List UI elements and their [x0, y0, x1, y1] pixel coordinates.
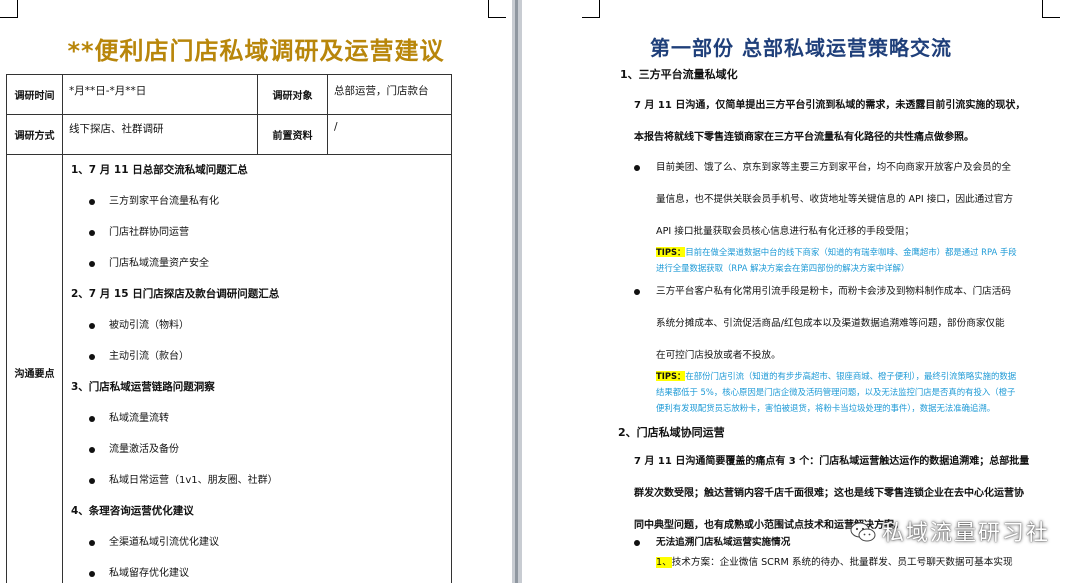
bullet-icon	[634, 165, 640, 171]
outline-heading: 2、7 月 15 日门店探店及款台调研问题汇总	[71, 288, 280, 300]
research-info-table: 调研时间 *月**日-*月**日 调研对象 总部运营，门店款台 调研方式 线下探…	[6, 74, 452, 583]
sub-item-number: 1、	[656, 557, 672, 568]
section-2-heading: 2、门店私域协同运营	[618, 426, 725, 439]
watermark: 私域流量研习社	[850, 515, 1050, 547]
outline-item: 私域流量流转	[63, 403, 451, 434]
bullet-paragraph: 三方平台客户私有化常用引流手段是粉卡，而粉卡会涉及到物料制作成本、门店活码 系统…	[634, 276, 1046, 372]
outline-item: 私域留存优化建议	[63, 558, 451, 583]
bullet-icon	[89, 478, 95, 484]
bullet-paragraph: 目前美团、饿了么、京东到家等主要三方到家平台，均不向商家开放客户及会员的全 量信…	[634, 152, 1046, 248]
label-research-method: 调研方式	[6, 114, 63, 155]
wechat-icon	[850, 522, 876, 542]
bullet-icon	[634, 540, 640, 546]
outline-heading: 1、7 月 11 日总部交流私域问题汇总	[71, 164, 248, 176]
right-document-page: 第一部份 总部私域运营策略交流 1、三方平台流量私域化 7 月 11 日沟通，仅…	[522, 0, 1080, 583]
label-research-target: 调研对象	[257, 74, 328, 115]
outline-item: 门店社群协同运营	[63, 217, 451, 248]
crop-mark	[488, 0, 506, 18]
outline-item: 被动引流（物料）	[63, 310, 451, 341]
right-page-title: 第一部份 总部私域运营策略交流	[650, 36, 952, 60]
outline-item: 私域日常运营（1v1、朋友圈、社群）	[63, 465, 451, 496]
bullet-icon	[89, 261, 95, 267]
bullet-icon	[89, 199, 95, 205]
tips-note: TIPS：目前在做全渠道数据中台的线下商家（知道的有瑞幸咖啡、金鹰超市）都是通过…	[656, 247, 1017, 273]
outline-item: 主动引流（款台）	[63, 341, 451, 372]
table-row: 调研方式 线下探店、社群调研 前置资料 /	[6, 114, 452, 155]
outline-item: 门店私域流量资产安全	[63, 248, 451, 279]
page-gutter	[512, 0, 522, 583]
value-research-time: *月**日-*月**日	[62, 74, 258, 115]
section-1-heading: 1、三方平台流量私域化	[620, 68, 738, 81]
outline-heading: 4、条理咨询运营优化建议	[71, 505, 194, 517]
bullet-icon	[89, 416, 95, 422]
sub-item: 1、技术方案：企业微信 SCRM 系统的待办、批量群发、员工号聊天数据可基本实现	[656, 557, 1013, 568]
label-communication-points: 沟通要点	[6, 154, 63, 583]
section-1-intro: 7 月 11 日沟通，仅简单提出三方平台引流到私域的需求，未透露目前引流实施的现…	[634, 100, 1026, 143]
value-research-method: 线下探店、社群调研	[62, 114, 258, 155]
bullet-icon	[89, 540, 95, 546]
outline-item: 三方到家平台流量私有化	[63, 186, 451, 217]
bullet-icon	[634, 289, 640, 295]
tips-label: TIPS：	[656, 247, 686, 257]
tips-label: TIPS：	[656, 371, 686, 381]
table-row: 沟通要点 1、7 月 11 日总部交流私域问题汇总 三方到家平台流量私有化 门店…	[6, 154, 452, 583]
bullet-icon	[89, 323, 95, 329]
communication-outline: 1、7 月 11 日总部交流私域问题汇总 三方到家平台流量私有化 门店社群协同运…	[62, 154, 452, 583]
label-prior-material: 前置资料	[257, 114, 328, 155]
tips-note: TIPS：在部份门店引流（知道的有步步高超市、银座商城、橙子便利），最终引流策略…	[656, 371, 1017, 413]
table-row: 调研时间 *月**日-*月**日 调研对象 总部运营，门店款台	[6, 74, 452, 115]
bullet-icon	[89, 447, 95, 453]
label-research-time: 调研时间	[6, 74, 63, 115]
value-prior-material: /	[327, 114, 452, 155]
bullet-icon	[89, 571, 95, 577]
value-research-target: 总部运营，门店款台	[327, 74, 452, 115]
left-document-page: **便利店门店私域调研及运营建议 调研时间 *月**日-*月**日 调研对象 总…	[0, 0, 512, 583]
outline-item: 流量激活及备份	[63, 434, 451, 465]
gutter-bar	[515, 0, 518, 583]
left-page-title: **便利店门店私域调研及运营建议	[67, 37, 445, 65]
crop-mark	[0, 0, 18, 18]
bullet-icon	[89, 230, 95, 236]
crop-mark	[1042, 0, 1060, 18]
outline-heading: 3、门店私域运营链路问题洞察	[71, 381, 215, 393]
crop-mark	[582, 0, 600, 18]
outline-item: 全渠道私域引流优化建议	[63, 527, 451, 558]
bullet-icon	[89, 354, 95, 360]
